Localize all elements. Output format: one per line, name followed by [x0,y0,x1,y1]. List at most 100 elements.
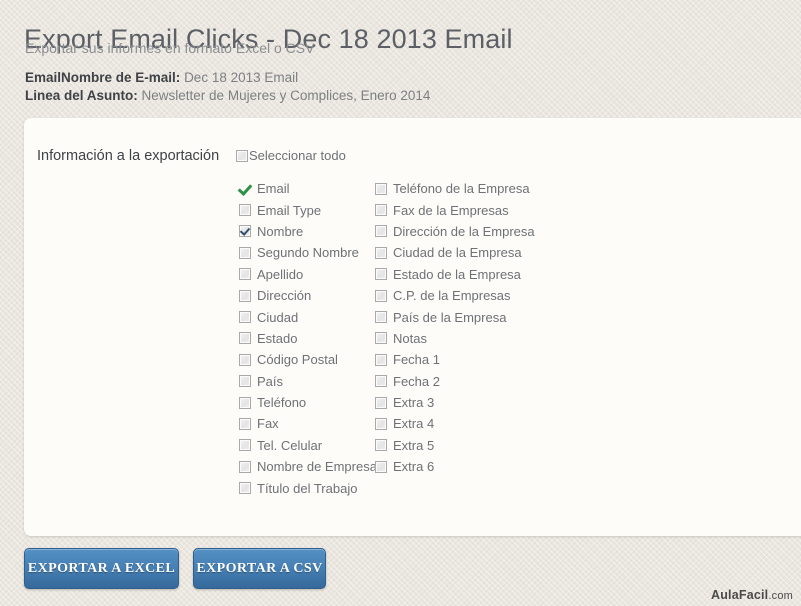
export-to-csv-button[interactable]: EXPORTAR A CSV [193,548,326,589]
watermark-name: AulaFacil [710,588,769,602]
checkbox-icon[interactable] [239,460,251,473]
checkbox-label: Código Postal [257,352,338,368]
checkbox-row[interactable]: Nombre [239,221,377,242]
checkbox-icon[interactable] [239,311,251,324]
checkbox-icon-select-all[interactable] [236,149,248,162]
checkbox-row[interactable]: Extra 6 [375,456,535,477]
checkbox-icon[interactable] [375,353,387,366]
checkbox-icon[interactable] [375,246,387,259]
checkbox-icon[interactable] [239,417,251,430]
checkbox-row[interactable]: Teléfono de la Empresa [375,178,535,199]
info-line-subject: Linea del Asunto: Newsletter de Mujeres … [25,88,430,103]
checkbox-label: Tel. Celular [257,437,323,453]
checkbox-row[interactable]: Fecha 1 [375,349,535,370]
checkbox-icon[interactable] [239,439,251,452]
checkbox-label: Dirección [257,288,312,304]
checkbox-row[interactable]: Notas [375,328,535,349]
checkbox-icon[interactable] [239,204,251,217]
checkbox-label: Notas [393,330,427,346]
section-label-export-info: Información a la exportación [37,148,220,164]
checkbox-icon[interactable] [239,482,251,495]
checkbox-icon[interactable] [239,332,251,345]
checkbox-label: Email Type [257,202,322,218]
export-options-panel: Información a la exportación Seleccionar… [24,118,801,536]
checkbox-label: Estado [257,330,298,346]
checkbox-icon[interactable] [375,417,387,430]
info-line-email-name: EmailNombre de E-mail: Dec 18 2013 Email [25,70,298,85]
checkbox-row[interactable]: Ciudad de la Empresa [375,242,535,263]
checkbox-icon[interactable] [239,396,251,409]
checkbox-row[interactable]: Teléfono [239,392,377,413]
info-label-subject: Linea del Asunto: [25,88,138,103]
checkbox-icon[interactable] [375,396,387,409]
check-icon-selected[interactable] [239,183,251,195]
checkbox-row[interactable]: Estado de la Empresa [375,264,535,285]
checkbox-row[interactable]: C.P. de la Empresas [375,285,535,306]
checkbox-label: Extra 4 [393,416,435,432]
checkbox-label: Fax [257,416,279,432]
checkbox-label: Apellido [257,266,304,282]
checkbox-row[interactable]: Email [239,178,377,199]
checkbox-label: Estado de la Empresa [393,266,521,282]
checkbox-row[interactable]: Fax [239,413,377,434]
checkbox-row[interactable]: Apellido [239,264,377,285]
checkbox-icon[interactable] [375,311,387,324]
checkbox-row[interactable]: Código Postal [239,349,377,370]
checkbox-icon[interactable] [239,375,251,388]
checkbox-icon[interactable] [375,289,387,302]
checkbox-icon[interactable] [375,268,387,281]
checkbox-row[interactable]: Dirección [239,285,377,306]
checkbox-icon[interactable] [239,353,251,366]
checkbox-label: Teléfono de la Empresa [393,181,530,197]
checkbox-row[interactable]: País [239,371,377,392]
checkbox-icon[interactable] [375,439,387,452]
checkbox-row[interactable]: Fax de la Empresas [375,199,535,220]
select-all-label: Seleccionar todo [249,148,346,163]
checkbox-row[interactable]: Ciudad [239,306,377,327]
select-all-checkbox-row[interactable]: Seleccionar todo [236,148,346,163]
checkbox-icon[interactable] [375,225,387,238]
checkbox-icon[interactable] [375,182,387,195]
checkbox-label: Fecha 1 [393,352,440,368]
checkbox-row[interactable]: Dirección de la Empresa [375,221,535,242]
checkbox-label: Dirección de la Empresa [393,223,535,239]
checkbox-row[interactable]: Fecha 2 [375,371,535,392]
checkbox-label: Teléfono [257,395,307,411]
checkbox-row[interactable]: País de la Empresa [375,306,535,327]
info-value-subject: Newsletter de Mujeres y Complices, Enero… [141,88,431,103]
checkbox-icon[interactable] [239,289,251,302]
checkbox-label: Ciudad de la Empresa [393,245,522,261]
checkbox-row[interactable]: Segundo Nombre [239,242,377,263]
checkbox-row[interactable]: Nombre de Empresa [239,456,377,477]
page-subtitle: Exportar sus informes en formato Excel o… [25,40,315,56]
checkbox-column-company-fields: Teléfono de la Empresa Fax de la Empresas… [375,178,535,477]
checkbox-icon[interactable] [239,246,251,259]
checkbox-label: Extra 6 [393,459,435,475]
checkbox-row[interactable]: Extra 5 [375,435,535,456]
checkbox-row[interactable]: Extra 4 [375,413,535,434]
checkbox-label: Nombre [257,223,304,239]
checkbox-label: C.P. de la Empresas [393,288,511,304]
checkbox-icon[interactable] [239,225,251,238]
info-label-email-name: EmailNombre de E-mail: [25,70,181,85]
checkbox-row[interactable]: Tel. Celular [239,435,377,456]
checkbox-icon[interactable] [375,204,387,217]
checkbox-label: País [257,373,284,389]
checkbox-row[interactable]: Estado [239,328,377,349]
info-value-email-name: Dec 18 2013 Email [184,70,299,85]
checkbox-icon[interactable] [239,268,251,281]
checkbox-row[interactable]: Extra 3 [375,392,535,413]
checkbox-icon[interactable] [375,460,387,473]
checkbox-label: Email [257,181,290,197]
watermark: AulaFacil.com [711,588,793,602]
watermark-domain: .com [768,590,793,602]
checkbox-icon[interactable] [375,332,387,345]
checkbox-icon[interactable] [375,375,387,388]
checkbox-label: Ciudad [257,309,299,325]
checkbox-label: País de la Empresa [393,309,507,325]
checkbox-row[interactable]: Email Type [239,199,377,220]
checkbox-label: Segundo Nombre [257,245,359,261]
checkbox-row[interactable]: Título del Trabajo [239,477,377,498]
export-to-excel-button[interactable]: EXPORTAR A EXCEL [24,548,179,589]
checkbox-label: Título del Trabajo [257,480,358,496]
